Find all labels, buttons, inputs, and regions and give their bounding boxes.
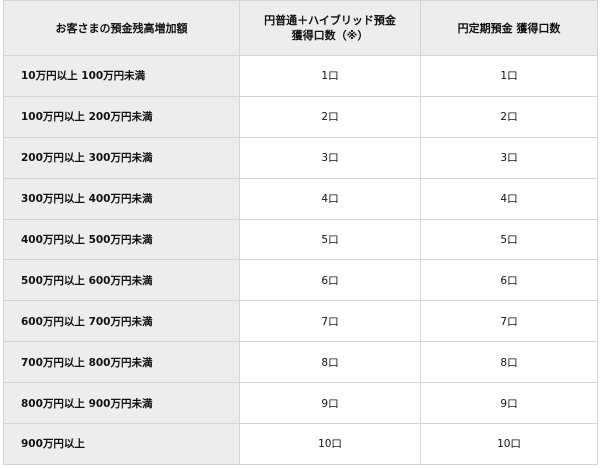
header-time-deposit: 円定期預金 獲得口数: [420, 0, 598, 56]
deposit-lottery-table: お客さまの預金残高増加額 円普通＋ハイブリッド預金 獲得口数（※） 円定期預金 …: [3, 0, 598, 465]
header-ordinary-hybrid: 円普通＋ハイブリッド預金 獲得口数（※）: [239, 0, 421, 56]
table-row: 400万円以上 500万円未満 5口 5口: [3, 218, 598, 261]
ordinary-hybrid-count: 5口: [239, 218, 421, 261]
table-header: お客さまの預金残高増加額 円普通＋ハイブリッド預金 獲得口数（※） 円定期預金 …: [3, 0, 598, 56]
table-row: 200万円以上 300万円未満 3口 3口: [3, 136, 598, 179]
row-label: 10万円以上 100万円未満: [3, 55, 240, 97]
ordinary-hybrid-count: 7口: [239, 300, 421, 343]
row-label: 400万円以上 500万円未満: [3, 218, 240, 261]
table-row: 900万円以上 10口 10口: [3, 423, 598, 465]
time-deposit-count: 7口: [420, 300, 598, 343]
page: お客さまの預金残高増加額 円普通＋ハイブリッド預金 獲得口数（※） 円定期預金 …: [0, 0, 600, 468]
row-label: 900万円以上: [3, 423, 240, 465]
ordinary-hybrid-count: 2口: [239, 95, 421, 138]
row-label: 200万円以上 300万円未満: [3, 136, 240, 179]
time-deposit-count: 5口: [420, 218, 598, 261]
ordinary-hybrid-count: 10口: [239, 423, 421, 465]
ordinary-hybrid-count: 6口: [239, 259, 421, 302]
time-deposit-count: 9口: [420, 382, 598, 425]
row-label: 300万円以上 400万円未満: [3, 177, 240, 220]
header-balance-increase: お客さまの預金残高増加額: [3, 0, 240, 56]
time-deposit-count: 2口: [420, 95, 598, 138]
header-row: お客さまの預金残高増加額 円普通＋ハイブリッド預金 獲得口数（※） 円定期預金 …: [3, 0, 598, 56]
row-label: 800万円以上 900万円未満: [3, 382, 240, 425]
header-ordinary-hybrid-line1: 円普通＋ハイブリッド預金: [264, 14, 396, 27]
row-label: 600万円以上 700万円未満: [3, 300, 240, 343]
table-row: 500万円以上 600万円未満 6口 6口: [3, 259, 598, 302]
ordinary-hybrid-count: 3口: [239, 136, 421, 179]
table-row: 600万円以上 700万円未満 7口 7口: [3, 300, 598, 343]
table-row: 10万円以上 100万円未満 1口 1口: [3, 55, 598, 97]
row-label: 700万円以上 800万円未満: [3, 341, 240, 384]
ordinary-hybrid-count: 9口: [239, 382, 421, 425]
row-label: 100万円以上 200万円未満: [3, 95, 240, 138]
table-row: 300万円以上 400万円未満 4口 4口: [3, 177, 598, 220]
ordinary-hybrid-count: 1口: [239, 55, 421, 97]
row-label: 500万円以上 600万円未満: [3, 259, 240, 302]
time-deposit-count: 4口: [420, 177, 598, 220]
table-body: 10万円以上 100万円未満 1口 1口 100万円以上 200万円未満 2口 2口 2…: [3, 55, 598, 465]
time-deposit-count: 1口: [420, 55, 598, 97]
header-ordinary-hybrid-line2: 獲得口数（※）: [291, 29, 369, 42]
time-deposit-count: 10口: [420, 423, 598, 465]
time-deposit-count: 3口: [420, 136, 598, 179]
table-row: 800万円以上 900万円未満 9口 9口: [3, 382, 598, 425]
ordinary-hybrid-count: 4口: [239, 177, 421, 220]
table-row: 100万円以上 200万円未満 2口 2口: [3, 95, 598, 138]
time-deposit-count: 8口: [420, 341, 598, 384]
ordinary-hybrid-count: 8口: [239, 341, 421, 384]
time-deposit-count: 6口: [420, 259, 598, 302]
table-row: 700万円以上 800万円未満 8口 8口: [3, 341, 598, 384]
